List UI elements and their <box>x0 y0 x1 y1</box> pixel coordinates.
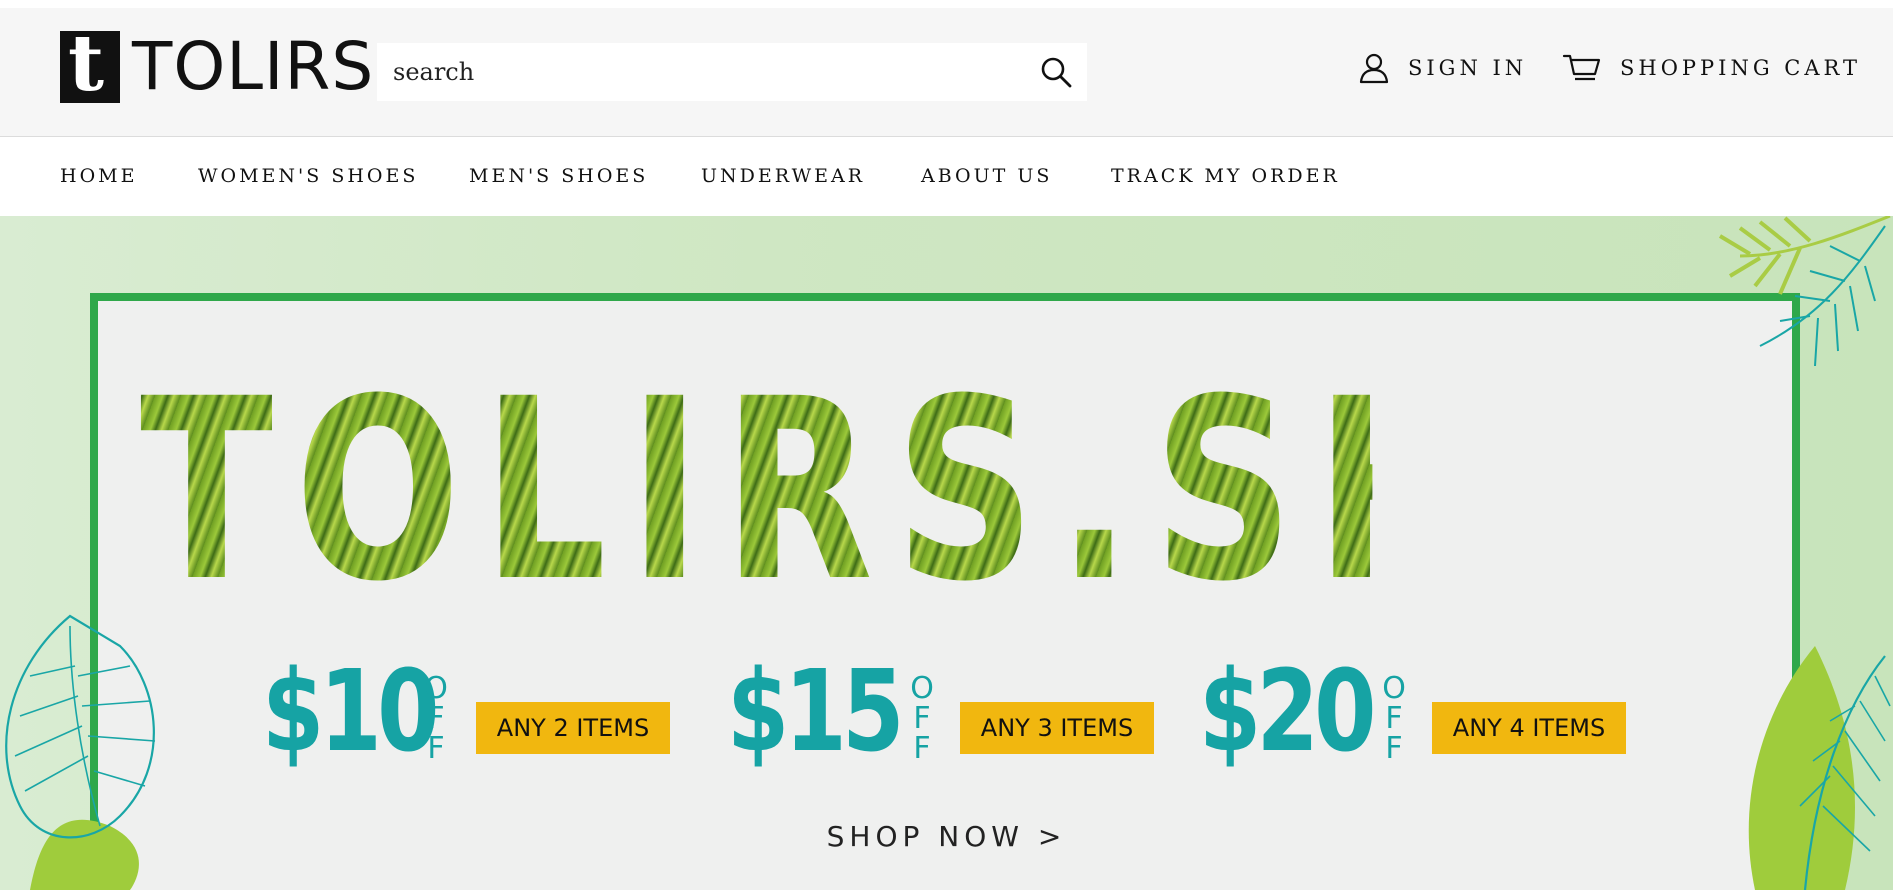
top-strip <box>0 0 1893 8</box>
offer-off-label: OFF <box>424 671 448 766</box>
nav-item-underwear[interactable]: UNDERWEAR <box>701 165 865 187</box>
offer-off-label: OFF <box>910 671 934 766</box>
offer-condition-tag: ANY 3 ITEMS <box>960 702 1154 754</box>
search-button[interactable] <box>1039 55 1073 89</box>
offer-price: $20 <box>1199 647 1376 777</box>
logo-mark: t <box>60 25 120 103</box>
nav-item-track-my-order[interactable]: TRACK MY ORDER <box>1111 165 1340 187</box>
search-icon <box>1041 57 1072 88</box>
banana-leaf-decoration <box>1748 646 1891 890</box>
logo-mark-letter: t <box>68 18 105 109</box>
nav-item-home[interactable]: HOME <box>60 165 137 187</box>
sign-in-label: SIGN IN <box>1408 56 1528 80</box>
search-bar <box>377 43 1087 101</box>
promo-banner[interactable]: TOLIRS.SHOP $10 OFF ANY 2 ITEMS $15 OFF … <box>0 216 1893 890</box>
nav-item-about-us[interactable]: ABOUT US <box>921 165 1052 187</box>
logo[interactable]: t TOLIRS <box>60 25 375 105</box>
main-nav: HOME WOMEN'S SHOES MEN'S SHOES UNDERWEAR… <box>0 137 1893 216</box>
shopping-cart-link[interactable]: SHOPPING CART <box>1562 52 1861 84</box>
offer-condition-tag: ANY 2 ITEMS <box>476 702 670 754</box>
user-icon <box>1359 53 1389 84</box>
nav-item-womens-shoes[interactable]: WOMEN'S SHOES <box>198 165 418 187</box>
search-input[interactable] <box>377 43 977 101</box>
logo-text: TOLIRS <box>132 28 375 105</box>
site-header: t TOLIRS SIGN IN SHOPPING CART <box>0 8 1893 137</box>
shop-now-button[interactable]: SHOP NOW > <box>0 820 1893 853</box>
nav-item-mens-shoes[interactable]: MEN'S SHOES <box>469 165 648 187</box>
offer-off-label: OFF <box>1382 671 1406 766</box>
offer-condition-tag: ANY 4 ITEMS <box>1432 702 1626 754</box>
offer-price: $10 <box>262 647 439 777</box>
cart-icon <box>1562 54 1601 81</box>
banner-headline: TOLIRS.SHOP <box>140 345 1853 636</box>
cart-label: SHOPPING CART <box>1620 56 1861 80</box>
offer-price: $15 <box>727 647 904 777</box>
sign-in-link[interactable]: SIGN IN <box>1358 52 1527 84</box>
